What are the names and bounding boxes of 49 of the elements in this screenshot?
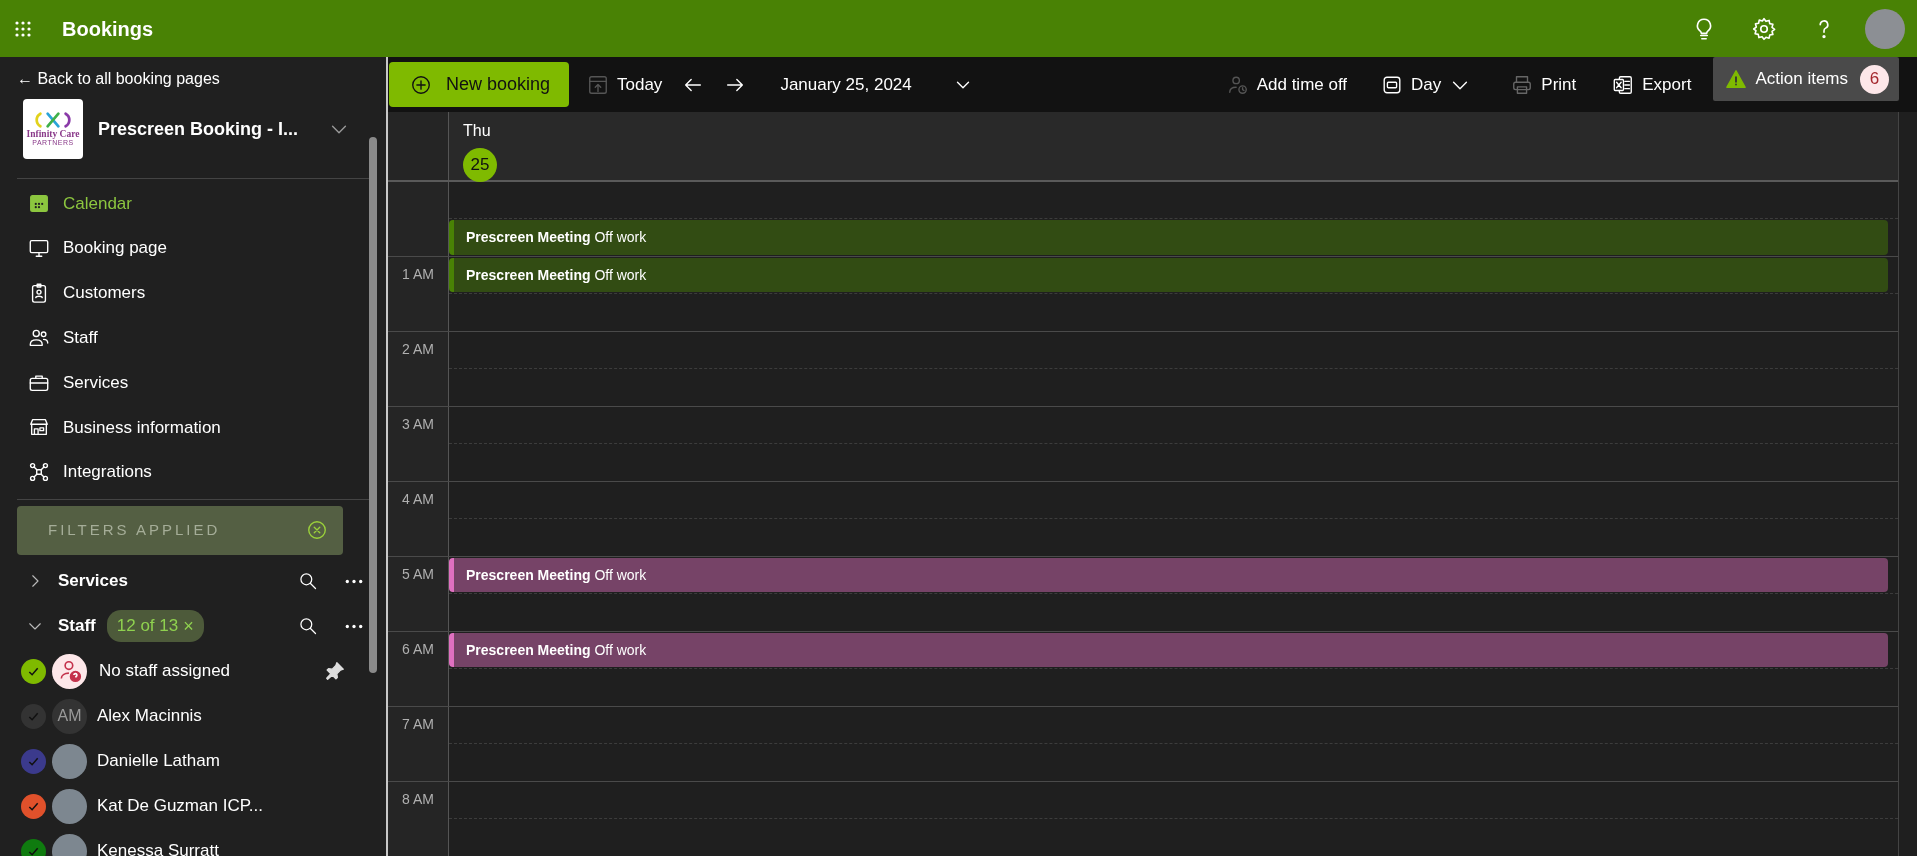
calendar-event[interactable]: Prescreen Meeting Off work xyxy=(449,633,1888,667)
staff-name: Kenessa Surratt xyxy=(97,840,219,856)
new-booking-button[interactable]: New booking xyxy=(389,62,569,107)
export-button[interactable]: Export xyxy=(1602,62,1702,107)
chip-label: 12 of 13 xyxy=(116,615,179,638)
action-items-button[interactable]: Action items 6 xyxy=(1713,57,1899,101)
hour-label: 5 AM xyxy=(388,557,449,631)
filters-label: FILTERS APPLIED xyxy=(48,519,221,540)
group-label: Services xyxy=(58,570,128,593)
hour-label: 1 AM xyxy=(388,257,449,331)
event-text: Prescreen Meeting Off work xyxy=(466,265,647,285)
business-name: Prescreen Booking - I... xyxy=(98,117,299,141)
staff-name: Alex Macinnis xyxy=(97,705,202,728)
staff-name: Danielle Latham xyxy=(97,750,220,773)
app-title: Bookings xyxy=(62,16,154,42)
nav-item[interactable]: Staff xyxy=(0,315,386,361)
count-badge: 6 xyxy=(1860,64,1889,94)
hour-label: 3 AM xyxy=(388,407,449,481)
hour-label: 8 AM xyxy=(388,782,449,856)
calendar-event[interactable]: Prescreen Meeting Off work xyxy=(449,220,1888,255)
view-dropdown[interactable]: Day xyxy=(1371,62,1482,107)
today-button[interactable]: Today xyxy=(577,62,673,107)
add-time-off-button[interactable]: Add time off xyxy=(1216,62,1358,107)
nav-item[interactable]: Services xyxy=(0,360,386,405)
date-picker[interactable]: January 25, 2024 xyxy=(770,62,922,107)
print-button[interactable]: Print xyxy=(1501,62,1587,107)
hour-label: 6 AM xyxy=(388,632,449,706)
initials-avatar: AM xyxy=(52,698,87,734)
date-circle[interactable]: 25 xyxy=(463,148,497,182)
event-text: Prescreen Meeting Off work xyxy=(466,228,647,247)
back-link[interactable]: ← Back to all booking pages xyxy=(17,67,220,91)
nav-item[interactable]: Integrations xyxy=(0,449,386,495)
nav-item[interactable]: Calendar xyxy=(0,181,386,226)
group-label: Staff xyxy=(58,615,96,638)
nav-item[interactable]: Booking page xyxy=(0,225,386,271)
hour-label: 4 AM xyxy=(388,482,449,556)
calendar-event[interactable]: Prescreen Meeting Off work xyxy=(449,558,1888,592)
chip-clear-button[interactable]: × xyxy=(183,617,194,636)
nav-item[interactable]: Customers xyxy=(0,270,386,316)
logo-text: Infinity Care xyxy=(26,128,80,140)
staff-name: No staff assigned xyxy=(99,660,231,683)
event-text: Prescreen Meeting Off work xyxy=(466,640,647,660)
calendar-event[interactable]: Prescreen Meeting Off work xyxy=(449,258,1888,292)
hour-label: 2 AM xyxy=(388,332,449,406)
weekday-label: Thu xyxy=(463,121,492,141)
staff-name: Kat De Guzman ICP... xyxy=(97,795,263,818)
nav-item[interactable]: Business information xyxy=(0,405,386,450)
hour-label: 7 AM xyxy=(388,707,449,781)
event-text: Prescreen Meeting Off work xyxy=(466,565,647,585)
